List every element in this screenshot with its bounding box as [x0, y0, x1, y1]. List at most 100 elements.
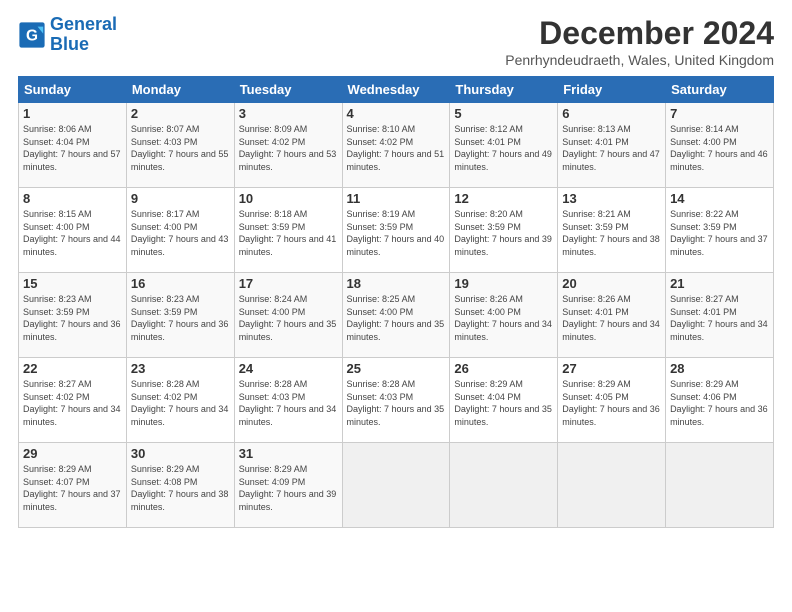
logo-icon: G — [18, 21, 46, 49]
day-cell — [666, 443, 774, 528]
day-info: Sunrise: 8:12 AM Sunset: 4:01 PM Dayligh… — [454, 123, 553, 173]
day-cell: 12 Sunrise: 8:20 AM Sunset: 3:59 PM Dayl… — [450, 188, 558, 273]
logo-text: General Blue — [50, 15, 117, 55]
day-info: Sunrise: 8:18 AM Sunset: 3:59 PM Dayligh… — [239, 208, 338, 258]
day-cell: 10 Sunrise: 8:18 AM Sunset: 3:59 PM Dayl… — [234, 188, 342, 273]
day-cell: 11 Sunrise: 8:19 AM Sunset: 3:59 PM Dayl… — [342, 188, 450, 273]
header-saturday: Saturday — [666, 77, 774, 103]
day-number: 19 — [454, 276, 553, 291]
day-cell: 8 Sunrise: 8:15 AM Sunset: 4:00 PM Dayli… — [19, 188, 127, 273]
day-info: Sunrise: 8:25 AM Sunset: 4:00 PM Dayligh… — [347, 293, 446, 343]
day-number: 29 — [23, 446, 122, 461]
day-info: Sunrise: 8:28 AM Sunset: 4:03 PM Dayligh… — [347, 378, 446, 428]
week-row-4: 22 Sunrise: 8:27 AM Sunset: 4:02 PM Dayl… — [19, 358, 774, 443]
day-number: 25 — [347, 361, 446, 376]
calendar-title: December 2024 — [505, 15, 774, 52]
day-cell — [342, 443, 450, 528]
day-info: Sunrise: 8:27 AM Sunset: 4:02 PM Dayligh… — [23, 378, 122, 428]
day-cell: 26 Sunrise: 8:29 AM Sunset: 4:04 PM Dayl… — [450, 358, 558, 443]
day-cell: 15 Sunrise: 8:23 AM Sunset: 3:59 PM Dayl… — [19, 273, 127, 358]
day-cell: 25 Sunrise: 8:28 AM Sunset: 4:03 PM Dayl… — [342, 358, 450, 443]
day-cell: 3 Sunrise: 8:09 AM Sunset: 4:02 PM Dayli… — [234, 103, 342, 188]
day-cell: 21 Sunrise: 8:27 AM Sunset: 4:01 PM Dayl… — [666, 273, 774, 358]
day-number: 17 — [239, 276, 338, 291]
day-number: 24 — [239, 361, 338, 376]
day-info: Sunrise: 8:23 AM Sunset: 3:59 PM Dayligh… — [23, 293, 122, 343]
week-row-2: 8 Sunrise: 8:15 AM Sunset: 4:00 PM Dayli… — [19, 188, 774, 273]
day-number: 7 — [670, 106, 769, 121]
day-number: 4 — [347, 106, 446, 121]
day-cell: 31 Sunrise: 8:29 AM Sunset: 4:09 PM Dayl… — [234, 443, 342, 528]
day-cell: 20 Sunrise: 8:26 AM Sunset: 4:01 PM Dayl… — [558, 273, 666, 358]
day-number: 12 — [454, 191, 553, 206]
day-cell: 23 Sunrise: 8:28 AM Sunset: 4:02 PM Dayl… — [126, 358, 234, 443]
day-info: Sunrise: 8:29 AM Sunset: 4:09 PM Dayligh… — [239, 463, 338, 513]
day-cell: 13 Sunrise: 8:21 AM Sunset: 3:59 PM Dayl… — [558, 188, 666, 273]
day-info: Sunrise: 8:17 AM Sunset: 4:00 PM Dayligh… — [131, 208, 230, 258]
day-cell: 27 Sunrise: 8:29 AM Sunset: 4:05 PM Dayl… — [558, 358, 666, 443]
day-cell: 28 Sunrise: 8:29 AM Sunset: 4:06 PM Dayl… — [666, 358, 774, 443]
day-number: 2 — [131, 106, 230, 121]
day-number: 22 — [23, 361, 122, 376]
header-tuesday: Tuesday — [234, 77, 342, 103]
day-number: 10 — [239, 191, 338, 206]
day-cell: 14 Sunrise: 8:22 AM Sunset: 3:59 PM Dayl… — [666, 188, 774, 273]
day-number: 23 — [131, 361, 230, 376]
day-cell: 1 Sunrise: 8:06 AM Sunset: 4:04 PM Dayli… — [19, 103, 127, 188]
day-cell: 29 Sunrise: 8:29 AM Sunset: 4:07 PM Dayl… — [19, 443, 127, 528]
day-number: 18 — [347, 276, 446, 291]
day-number: 6 — [562, 106, 661, 121]
day-info: Sunrise: 8:22 AM Sunset: 3:59 PM Dayligh… — [670, 208, 769, 258]
day-cell: 19 Sunrise: 8:26 AM Sunset: 4:00 PM Dayl… — [450, 273, 558, 358]
day-info: Sunrise: 8:29 AM Sunset: 4:08 PM Dayligh… — [131, 463, 230, 513]
day-number: 28 — [670, 361, 769, 376]
day-cell: 2 Sunrise: 8:07 AM Sunset: 4:03 PM Dayli… — [126, 103, 234, 188]
day-number: 5 — [454, 106, 553, 121]
day-cell — [450, 443, 558, 528]
day-cell: 6 Sunrise: 8:13 AM Sunset: 4:01 PM Dayli… — [558, 103, 666, 188]
logo-line2: Blue — [50, 34, 89, 54]
page: G General Blue December 2024 Penrhyndeud… — [0, 0, 792, 612]
day-cell: 24 Sunrise: 8:28 AM Sunset: 4:03 PM Dayl… — [234, 358, 342, 443]
header-sunday: Sunday — [19, 77, 127, 103]
day-number: 16 — [131, 276, 230, 291]
calendar-table: Sunday Monday Tuesday Wednesday Thursday… — [18, 76, 774, 528]
day-info: Sunrise: 8:21 AM Sunset: 3:59 PM Dayligh… — [562, 208, 661, 258]
day-number: 21 — [670, 276, 769, 291]
day-info: Sunrise: 8:06 AM Sunset: 4:04 PM Dayligh… — [23, 123, 122, 173]
day-number: 11 — [347, 191, 446, 206]
day-number: 26 — [454, 361, 553, 376]
calendar-subtitle: Penrhyndeudraeth, Wales, United Kingdom — [505, 52, 774, 68]
day-number: 14 — [670, 191, 769, 206]
svg-text:G: G — [26, 27, 38, 44]
day-info: Sunrise: 8:13 AM Sunset: 4:01 PM Dayligh… — [562, 123, 661, 173]
day-number: 31 — [239, 446, 338, 461]
day-info: Sunrise: 8:23 AM Sunset: 3:59 PM Dayligh… — [131, 293, 230, 343]
day-number: 13 — [562, 191, 661, 206]
day-info: Sunrise: 8:24 AM Sunset: 4:00 PM Dayligh… — [239, 293, 338, 343]
day-info: Sunrise: 8:09 AM Sunset: 4:02 PM Dayligh… — [239, 123, 338, 173]
day-info: Sunrise: 8:29 AM Sunset: 4:04 PM Dayligh… — [454, 378, 553, 428]
day-info: Sunrise: 8:26 AM Sunset: 4:01 PM Dayligh… — [562, 293, 661, 343]
day-cell: 9 Sunrise: 8:17 AM Sunset: 4:00 PM Dayli… — [126, 188, 234, 273]
week-row-5: 29 Sunrise: 8:29 AM Sunset: 4:07 PM Dayl… — [19, 443, 774, 528]
header-wednesday: Wednesday — [342, 77, 450, 103]
day-info: Sunrise: 8:28 AM Sunset: 4:03 PM Dayligh… — [239, 378, 338, 428]
day-number: 1 — [23, 106, 122, 121]
day-cell: 18 Sunrise: 8:25 AM Sunset: 4:00 PM Dayl… — [342, 273, 450, 358]
header-friday: Friday — [558, 77, 666, 103]
day-info: Sunrise: 8:29 AM Sunset: 4:06 PM Dayligh… — [670, 378, 769, 428]
day-number: 20 — [562, 276, 661, 291]
day-info: Sunrise: 8:14 AM Sunset: 4:00 PM Dayligh… — [670, 123, 769, 173]
day-number: 30 — [131, 446, 230, 461]
day-info: Sunrise: 8:19 AM Sunset: 3:59 PM Dayligh… — [347, 208, 446, 258]
day-cell: 5 Sunrise: 8:12 AM Sunset: 4:01 PM Dayli… — [450, 103, 558, 188]
day-cell: 7 Sunrise: 8:14 AM Sunset: 4:00 PM Dayli… — [666, 103, 774, 188]
title-block: December 2024 Penrhyndeudraeth, Wales, U… — [505, 15, 774, 68]
day-number: 27 — [562, 361, 661, 376]
header-thursday: Thursday — [450, 77, 558, 103]
day-number: 8 — [23, 191, 122, 206]
day-number: 15 — [23, 276, 122, 291]
day-info: Sunrise: 8:29 AM Sunset: 4:07 PM Dayligh… — [23, 463, 122, 513]
header-monday: Monday — [126, 77, 234, 103]
